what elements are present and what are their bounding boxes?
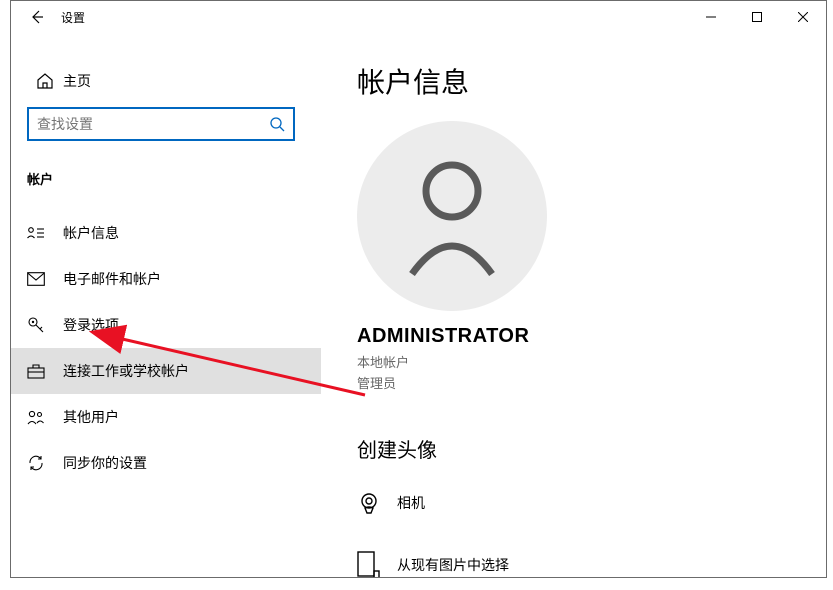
window-controls <box>688 1 826 33</box>
search-box[interactable] <box>27 107 295 141</box>
sidebar-nav: 帐户信息 电子邮件和帐户 登录选项 <box>11 210 321 486</box>
briefcase-icon <box>27 363 63 379</box>
sidebar-item-label: 同步你的设置 <box>63 453 147 473</box>
close-icon <box>798 12 808 22</box>
username: ADMINISTRATOR <box>357 325 826 348</box>
search-icon <box>269 116 285 132</box>
minimize-icon <box>706 12 716 22</box>
window-body: 主页 帐户 帐户信息 <box>11 33 826 577</box>
option-label: 相机 <box>397 493 425 513</box>
sidebar-item-signin-options[interactable]: 登录选项 <box>11 302 321 348</box>
sidebar-item-work-school[interactable]: 连接工作或学校帐户 <box>11 348 321 394</box>
sidebar-category: 帐户 <box>11 141 321 200</box>
settings-window: 设置 主页 <box>10 0 827 578</box>
option-camera[interactable]: 相机 <box>357 481 826 525</box>
sidebar-item-email-accounts[interactable]: 电子邮件和帐户 <box>11 256 321 302</box>
account-role: 管理员 <box>357 373 826 392</box>
home-icon <box>27 72 63 90</box>
minimize-button[interactable] <box>688 1 734 33</box>
sidebar-item-other-users[interactable]: 其他用户 <box>11 394 321 440</box>
key-icon <box>27 316 63 334</box>
sidebar-item-label: 其他用户 <box>63 407 119 427</box>
titlebar: 设置 <box>11 1 826 33</box>
avatar <box>357 121 547 311</box>
main-content: 帐户信息 ADMINISTRATOR 本地帐户 管理员 创建头像 相机 <box>321 33 826 577</box>
window-title: 设置 <box>61 9 85 26</box>
home-nav[interactable]: 主页 <box>11 61 321 101</box>
account-summary: ADMINISTRATOR 本地帐户 管理员 <box>357 121 826 392</box>
person-icon <box>397 156 507 276</box>
sidebar-item-label: 帐户信息 <box>63 223 119 243</box>
sync-icon <box>27 454 63 472</box>
home-label: 主页 <box>63 71 91 91</box>
search-input[interactable] <box>37 116 269 132</box>
people-icon <box>27 409 63 425</box>
maximize-icon <box>752 12 762 22</box>
maximize-button[interactable] <box>734 1 780 33</box>
camera-icon <box>357 491 397 515</box>
sidebar-item-sync-settings[interactable]: 同步你的设置 <box>11 440 321 486</box>
sidebar: 主页 帐户 帐户信息 <box>11 33 321 577</box>
sidebar-item-label: 登录选项 <box>63 315 119 335</box>
browse-icon <box>357 551 397 577</box>
arrow-left-icon <box>29 9 45 25</box>
sidebar-item-label: 电子邮件和帐户 <box>63 269 161 289</box>
page-title: 帐户信息 <box>357 61 826 101</box>
sidebar-item-account-info[interactable]: 帐户信息 <box>11 210 321 256</box>
sidebar-item-label: 连接工作或学校帐户 <box>63 361 189 381</box>
search-container <box>27 107 305 141</box>
mail-icon <box>27 272 63 286</box>
option-browse[interactable]: 从现有图片中选择 <box>357 543 826 577</box>
back-button[interactable] <box>19 1 55 33</box>
close-button[interactable] <box>780 1 826 33</box>
account-type: 本地帐户 <box>357 352 826 371</box>
create-avatar-title: 创建头像 <box>357 434 826 463</box>
account-card-icon <box>27 225 63 241</box>
option-label: 从现有图片中选择 <box>397 555 509 575</box>
